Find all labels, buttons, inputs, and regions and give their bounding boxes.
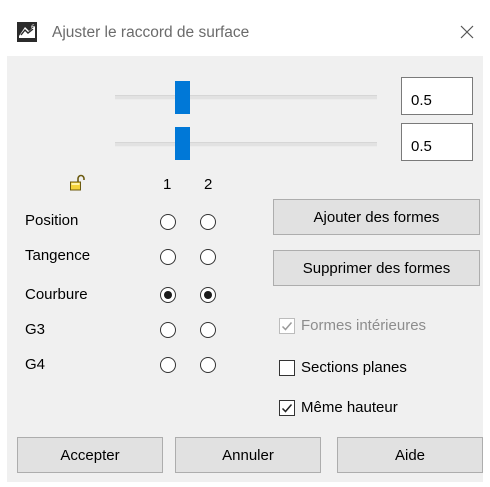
- radio-position-side-2[interactable]: [200, 214, 216, 230]
- checkmark-icon: [281, 404, 293, 413]
- interior-shapes-label: Formes intérieures: [301, 317, 427, 334]
- remove-shapes-button[interactable]: Supprimer des formes: [273, 250, 480, 286]
- radio-g4-side-1[interactable]: [160, 357, 176, 373]
- dialog-body: 1 2 Position Tangence Courbure G3 G4 Ajo…: [7, 56, 483, 482]
- radio-g3-side-2[interactable]: [200, 322, 216, 338]
- row-label-g3: G3: [25, 321, 46, 338]
- unlocked-padlock-icon[interactable]: [69, 174, 87, 192]
- row-label-tangence: Tangence: [25, 247, 91, 264]
- radio-courbure-side-1[interactable]: [160, 287, 176, 303]
- column-header-1: 1: [163, 176, 172, 193]
- row-label-position: Position: [25, 212, 79, 229]
- same-height-checkbox[interactable]: [279, 400, 295, 416]
- slider-2-track[interactable]: [115, 142, 377, 147]
- cancel-button[interactable]: Annuler: [175, 437, 321, 473]
- radio-tangence-side-2[interactable]: [200, 249, 216, 265]
- slider-1-value-input[interactable]: [401, 77, 473, 115]
- window-title: Ajuster le raccord de surface: [52, 24, 250, 41]
- radio-position-side-1[interactable]: [160, 214, 176, 230]
- row-label-g4: G4: [25, 356, 46, 373]
- radio-g3-side-1[interactable]: [160, 322, 176, 338]
- radio-tangence-side-1[interactable]: [160, 249, 176, 265]
- slider-1-thumb[interactable]: [175, 81, 190, 114]
- slider-2-value-input[interactable]: [401, 123, 473, 161]
- interior-shapes-checkbox[interactable]: [279, 318, 295, 334]
- svg-text:6: 6: [31, 24, 35, 31]
- close-icon[interactable]: [457, 22, 477, 42]
- rhino-app-icon: 6: [17, 22, 37, 42]
- add-shapes-button[interactable]: Ajouter des formes: [273, 199, 480, 235]
- column-header-2: 2: [204, 176, 213, 193]
- title-bar: 6 Ajuster le raccord de surface: [0, 0, 490, 56]
- radio-g4-side-2[interactable]: [200, 357, 216, 373]
- accept-button[interactable]: Accepter: [17, 437, 163, 473]
- radio-courbure-side-2[interactable]: [200, 287, 216, 303]
- same-height-label: Même hauteur: [301, 399, 398, 416]
- slider-2-thumb[interactable]: [175, 127, 190, 160]
- checkmark-icon: [281, 322, 293, 331]
- help-button[interactable]: Aide: [337, 437, 483, 473]
- planar-sections-label: Sections planes: [301, 359, 407, 376]
- row-label-courbure: Courbure: [25, 286, 88, 303]
- slider-1-track[interactable]: [115, 95, 377, 100]
- planar-sections-checkbox[interactable]: [279, 360, 295, 376]
